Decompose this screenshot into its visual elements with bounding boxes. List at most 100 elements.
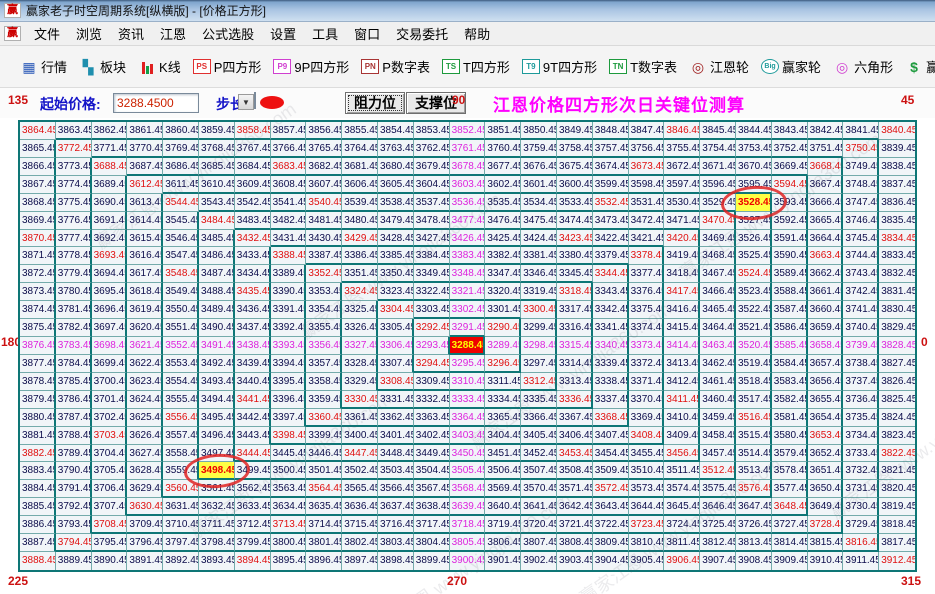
toolbar-button-P数字表[interactable]: PNP数字表 [361,57,430,76]
grid-cell: 3882.45 [20,445,56,463]
menu-item[interactable]: 浏览 [68,22,110,45]
grid-cell: 3468.45 [700,247,736,265]
toolbar-button-赢家轮[interactable]: Big赢家轮 [761,57,821,76]
grid-cell: 3496.45 [199,427,235,445]
grid-cell: 3394.45 [271,355,307,373]
menu-item[interactable]: 资讯 [110,22,152,45]
grid-cell: 3339.45 [593,355,629,373]
9p-square-icon: P9 [273,59,291,75]
grid-cell: 3738.45 [843,355,879,373]
menu-item[interactable]: 文件 [26,22,68,45]
grid-cell: 3789.45 [56,445,92,463]
grid-cell: 3300.45 [521,301,557,319]
grid-cell: 3771.45 [92,140,128,158]
toolbar-button-六角形[interactable]: ◎六角形 [833,57,893,76]
menu-item[interactable]: 窗口 [346,22,388,45]
grid-cell: 3607.45 [306,176,342,194]
menu-item[interactable]: 设置 [262,22,304,45]
grid-cell: 3510.45 [629,462,665,480]
grid-cell: 3801.45 [306,534,342,552]
toolbar-button-板块[interactable]: ▚板块 [79,57,126,76]
grid-cell: 3345.45 [557,265,593,283]
grid-cell: 3531.45 [629,194,665,212]
start-price-input[interactable] [113,93,199,113]
toolbar-button-赢家服务[interactable]: $赢家服务 [905,57,935,76]
grid-cell: 3674.45 [593,158,629,176]
grid-cell: 3359.45 [306,391,342,409]
grid-cell: 3767.45 [235,140,271,158]
grid-cell: 3706.45 [92,480,128,498]
grid-cell: 3568.45 [450,480,486,498]
p-square-icon: PS [193,59,211,75]
grid-cell: 3655.45 [808,391,844,409]
toolbar-button-K线[interactable]: K线 [138,57,181,76]
grid-cell: 3585.45 [772,337,808,355]
grid-cell: 3907.45 [700,552,736,570]
grid-cell: 3610.45 [199,176,235,194]
grid-cell: 3514.45 [736,445,772,463]
toolbar-button-P四方形[interactable]: PSP四方形 [193,57,262,76]
grid-cell: 3546.45 [163,230,199,248]
toolbar-button-9P四方形[interactable]: P99P四方形 [273,57,349,76]
grid-cell: 3604.45 [414,176,450,194]
grid-cell: 3760.45 [485,140,521,158]
toolbar-button-行情[interactable]: ▦行情 [20,57,67,76]
grid-cell: 3482.45 [271,212,307,230]
grid-cell: 3715.45 [342,516,378,534]
grid-cell: 3545.45 [163,212,199,230]
toolbar-button-T四方形[interactable]: TST四方形 [442,57,510,76]
toolbar-button-label: T四方形 [463,57,510,76]
grid-cell: 3665.45 [808,212,844,230]
grid-cell: 3894.45 [235,552,271,570]
grid-cell: 3342.45 [593,301,629,319]
grid-cell: 3824.45 [879,409,915,427]
grid-cell: 3305.45 [378,319,414,337]
grid-cell: 3746.45 [843,212,879,230]
grid-cell: 3878.45 [20,373,56,391]
step-select[interactable]: ▼ [254,92,256,109]
grid-cell: 3572.45 [593,480,629,498]
9t-square-icon: T9 [522,59,540,75]
grid-cell: 3372.45 [629,355,665,373]
menu-item[interactable]: 江恩 [152,22,194,45]
grid-cell: 3425.45 [485,230,521,248]
grid-cell: 3311.45 [485,373,521,391]
grid-cell: 3843.45 [772,122,808,140]
dropdown-arrow-icon[interactable]: ▼ [238,94,254,110]
grid-cell: 3367.45 [557,409,593,427]
grid-cell: 3838.45 [879,158,915,176]
grid-cell: 3884.45 [20,480,56,498]
grid-cell: 3348.45 [450,265,486,283]
toolbar-button-T数字表[interactable]: TNT数字表 [609,57,677,76]
menu-item[interactable]: 工具 [304,22,346,45]
grid-cell: 3471.45 [664,212,700,230]
menu-item[interactable]: 帮助 [456,22,498,45]
grid-cell: 3709.45 [127,516,163,534]
grid-cell: 3667.45 [808,176,844,194]
grid-cell: 3657.45 [808,355,844,373]
grid-cell: 3461.45 [700,373,736,391]
page-heading: 江恩价格四方形次日关键位测算 [493,91,745,116]
grid-cell: 3603.45 [450,176,486,194]
grid-cell: 3567.45 [414,480,450,498]
angle-label-45: 45 [901,93,914,107]
grid-cell: 3687.45 [127,158,163,176]
grid-cell: 3899.45 [414,552,450,570]
grid-cell: 3560.45 [163,480,199,498]
menu-item[interactable]: 交易委托 [388,22,456,45]
grid-cell: 3837.45 [879,176,915,194]
grid-cell: 3723.45 [629,516,665,534]
menu-item[interactable]: 公式选股 [194,22,262,45]
grid-cell: 3377.45 [629,265,665,283]
grid-cell: 3736.45 [843,391,879,409]
toolbar-button-江恩轮[interactable]: ◎江恩轮 [689,57,749,76]
resistance-button[interactable]: 阻力位 [345,92,405,114]
grid-cell: 3795.45 [92,534,128,552]
start-price-label: 起始价格: [40,94,101,114]
grid-cell: 3631.45 [163,498,199,516]
grid-cell: 3509.45 [593,462,629,480]
grid-cell: 3556.45 [163,409,199,427]
grid-cell: 3557.45 [163,427,199,445]
toolbar-button-9T四方形[interactable]: T99T四方形 [522,57,597,76]
grid-cell: 3564.45 [306,480,342,498]
